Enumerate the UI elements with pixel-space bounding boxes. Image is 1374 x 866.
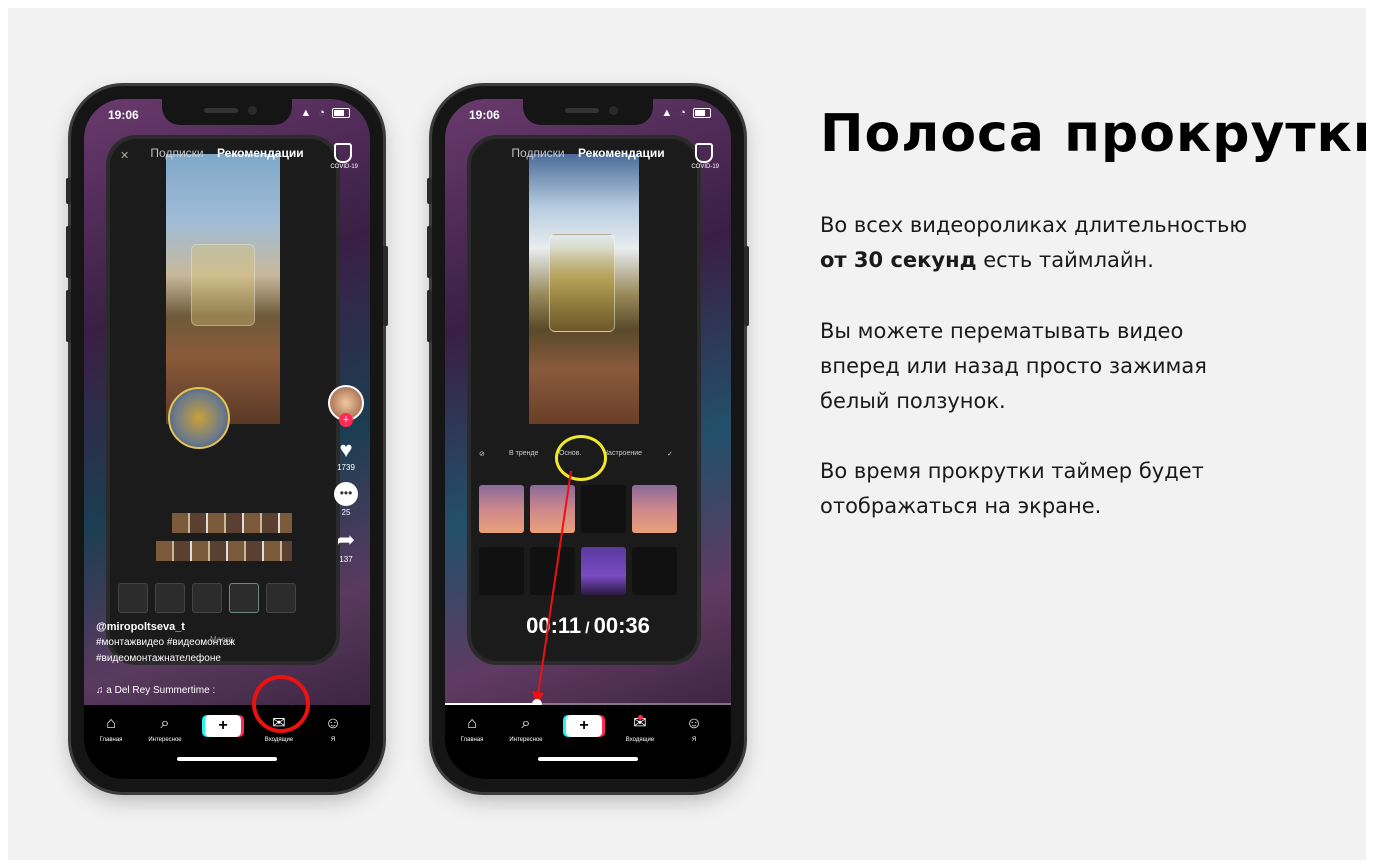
slide: 19:06 ▲ ◔ ✕ Маска Подписки Рекомендации … [8,8,1366,860]
video-content[interactable]: ✕ Маска [110,139,336,661]
music-title: a Del Rey Summertime : [106,685,216,696]
clip-strip [156,541,292,561]
nav-home[interactable]: ⌂ Главная [88,715,134,743]
highlight-circle-inbox [252,675,310,733]
heart-icon[interactable]: ♥ [334,439,358,461]
status-icons: ▲ ◔ [300,107,350,119]
side-button [744,246,749,326]
paragraph-1-end: есть таймлайн. [983,248,1154,272]
comment-icon[interactable]: ••• [334,482,358,506]
tab-following[interactable]: Подписки [150,146,203,160]
video-caption: @miropoltseva_t #монтажвидео #видеомонта… [96,619,235,667]
clip-strip [172,513,292,533]
covid-shield-icon[interactable] [334,143,352,163]
phone-mockup-1: 19:06 ▲ ◔ ✕ Маска Подписки Рекомендации … [66,86,388,792]
comment-count: 25 [341,508,351,517]
search-icon: ⌕ [521,715,531,732]
share-icon[interactable]: ➦ [328,527,364,553]
mask-rectangle-icon[interactable] [266,583,296,613]
paragraph-1-start: Во всех видеороликах длительностью [820,213,1248,237]
music-note-icon: ♫ [96,685,107,696]
video-preview [166,154,280,424]
covid-label: COVID-19 [330,164,358,170]
feed-tabs: Подписки Рекомендации [84,146,370,160]
follow-plus-icon[interactable]: + [339,413,353,427]
profile-icon: ☺ [324,715,342,732]
home-icon: ⌂ [106,715,116,732]
music-info[interactable]: ♫ a Del Rey Summertime : [96,685,215,696]
mask-split-icon[interactable] [155,583,185,613]
nav-me[interactable]: ☺ Я [310,715,356,743]
slide-heading: Полоса прокрутки [820,104,1366,164]
username[interactable]: @miropoltseva_t [96,619,235,635]
phone-mockup-2: 19:06 ▲ ◔ ⊘ В тренде Основ. Настроение ✓ [427,86,749,792]
home-indicator [177,757,277,761]
nav-discover[interactable]: ⌕ Интересное [503,715,549,743]
notch [162,99,292,125]
profile-icon: ☺ [685,715,703,732]
home-icon: ⌂ [467,715,477,732]
battery-icon [332,108,350,119]
side-button [427,290,432,342]
side-button [66,226,71,278]
hashtags-line-2[interactable]: #видеомонтажнателефоне [96,651,235,667]
mask-none-icon[interactable] [118,583,148,613]
glass-image [191,244,255,326]
nav-discover[interactable]: ⌕ Интересное [142,715,188,743]
like-count: 1739 [337,463,355,472]
mask-circle-icon[interactable] [229,583,259,613]
paragraph-timer: Во время прокрутки таймер будет отобража… [820,459,1204,518]
circle-mask-overlay [168,387,230,449]
bottom-nav: ⌂ Главная ⌕ Интересное + ✉ Входящие ☺ Я [84,705,370,779]
bottom-nav: ⌂ Главная ⌕ Интересное + ✉ Входящие ☺ Я [445,705,731,779]
side-button [66,178,71,204]
hashtags-line-1[interactable]: #монтажвидео #видеомонтаж [96,635,235,651]
home-indicator [538,757,638,761]
mask-filmstrip-icon[interactable] [192,583,222,613]
side-button [383,246,388,326]
notification-dot [638,715,643,720]
create-button[interactable]: + [566,715,602,737]
action-column: + ♥ 1739 ••• 25 ➦ 137 [328,385,364,564]
paragraph-rewind: Вы можете перематывать видео вперед или … [820,319,1207,413]
side-button [66,290,71,342]
side-button [427,178,432,204]
share-count: 137 [339,555,353,564]
side-button [427,226,432,278]
paragraph-1-bold: от 30 секунд [820,248,977,272]
create-button[interactable]: + [205,715,241,737]
tab-for-you[interactable]: Рекомендации [217,146,304,160]
status-time: 19:06 [108,108,139,122]
mask-tools [118,583,328,623]
red-arrow [532,470,572,705]
nav-me[interactable]: ☺ Я [671,715,717,743]
nav-home[interactable]: ⌂ Главная [449,715,495,743]
editor-timeline [110,511,336,561]
phone-screen: 19:06 ▲ ◔ ⊘ В тренде Основ. Настроение ✓ [445,99,731,779]
phone-screen: 19:06 ▲ ◔ ✕ Маска Подписки Рекомендации … [84,99,370,779]
search-icon: ⌕ [160,715,170,732]
paragraph-timeline: Во всех видеороликах длительностью от 30… [820,208,1300,278]
